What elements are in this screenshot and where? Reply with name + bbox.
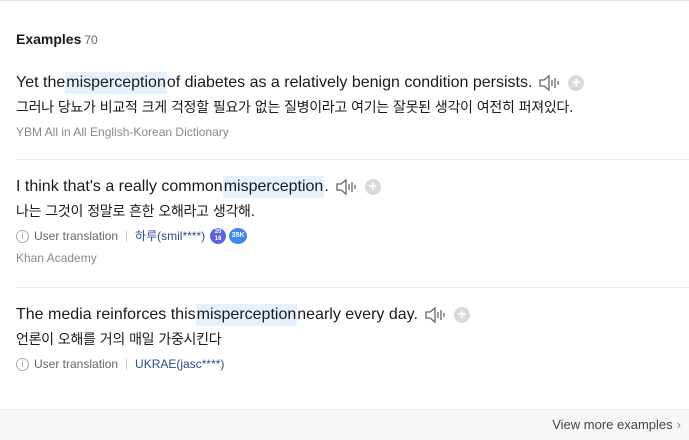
speaker-icon[interactable] xyxy=(335,177,357,197)
speaker-icon[interactable] xyxy=(538,73,560,93)
chevron-right-icon: › xyxy=(676,417,681,432)
example-item: Yet the misperception of diabetes as a r… xyxy=(16,72,689,140)
translation-type: User translation xyxy=(34,357,119,371)
example-sentence: I think that's a really common mispercep… xyxy=(16,176,689,198)
level-badge: 35K xyxy=(229,228,248,244)
translator-user[interactable]: 하루(smil****) xyxy=(135,228,205,244)
translation-meta: i User translation 하루(smil****) 20 16 35K xyxy=(16,228,689,244)
plus-icon[interactable]: + xyxy=(364,179,381,195)
korean-translation: 언론이 오해를 거의 매일 가중시킨다 xyxy=(16,332,222,348)
example-sentence: The media reinforces this misperception … xyxy=(16,304,689,326)
separator xyxy=(126,358,128,370)
korean-translation: 그러나 당뇨가 비교적 크게 걱정할 필요가 없는 질병이라고 여기는 잘못된 … xyxy=(16,100,574,116)
translation-meta: i User translation UKRAE(jasc****) xyxy=(16,356,689,372)
korean-translation: 나는 그것이 정말로 흔한 오해라고 생각해. xyxy=(16,204,255,220)
example-sentence: Yet the misperception of diabetes as a r… xyxy=(16,72,689,94)
info-icon[interactable]: i xyxy=(16,229,29,243)
section-title: Examples xyxy=(16,31,82,47)
example-source: YBM All in All English-Korean Dictionary xyxy=(16,125,229,139)
year-badge: 20 16 xyxy=(210,228,227,244)
example-item: I think that's a really common mispercep… xyxy=(16,176,689,266)
example-item: The media reinforces this misperception … xyxy=(16,304,689,372)
translator-user[interactable]: UKRAE(jasc****) xyxy=(135,356,224,372)
plus-icon[interactable]: + xyxy=(453,307,470,323)
divider xyxy=(16,287,689,288)
info-icon[interactable]: i xyxy=(16,357,29,371)
keyword-highlight[interactable]: misperception xyxy=(195,304,298,326)
separator xyxy=(126,230,128,242)
divider xyxy=(16,159,689,160)
speaker-icon[interactable] xyxy=(424,305,446,325)
example-count: 70 xyxy=(84,33,98,47)
plus-icon[interactable]: + xyxy=(568,75,585,91)
keyword-highlight[interactable]: misperception xyxy=(65,72,167,94)
example-source: Khan Academy xyxy=(16,251,97,265)
section-header: Examples 70 xyxy=(16,31,98,47)
keyword-highlight[interactable]: misperception xyxy=(222,176,325,198)
translation-type: User translation xyxy=(34,229,119,243)
top-border xyxy=(0,0,689,1)
footer-bar: View more examples › xyxy=(0,409,689,440)
view-more-link[interactable]: View more examples › xyxy=(552,417,681,432)
